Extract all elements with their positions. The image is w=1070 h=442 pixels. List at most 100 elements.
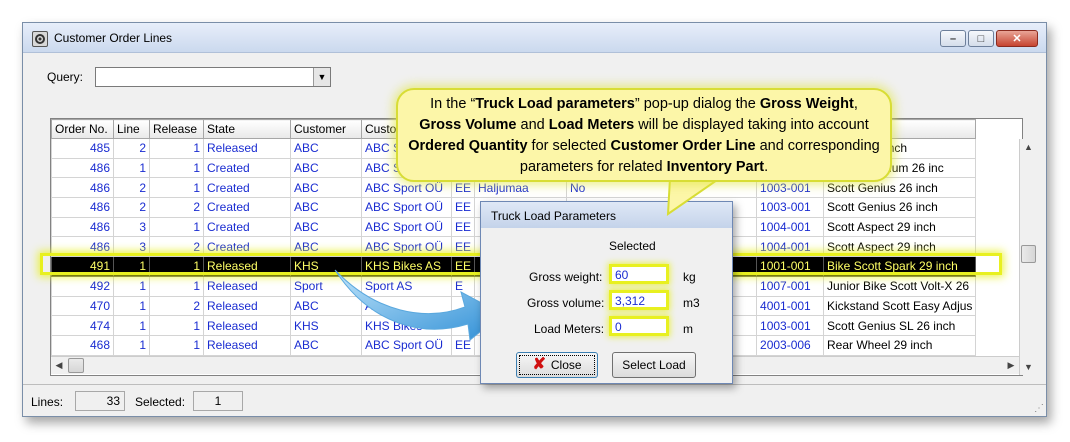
- gross-volume-field[interactable]: 3,312: [609, 290, 669, 310]
- maximize-icon: □: [977, 32, 985, 45]
- lines-label: Lines:: [31, 395, 64, 409]
- table-cell: 2: [149, 236, 204, 258]
- table-cell: Released: [203, 295, 291, 317]
- table-cell: ABC Sport OÜ: [361, 236, 452, 258]
- table-cell: ABC: [290, 157, 362, 179]
- table-cell: 468: [51, 334, 114, 356]
- table-cell: 3: [113, 236, 150, 258]
- column-header[interactable]: Customer: [290, 119, 362, 139]
- table-cell: 1: [113, 157, 150, 179]
- column-header[interactable]: Line: [113, 119, 150, 139]
- load-meters-field[interactable]: 0: [609, 316, 669, 336]
- close-button-label: Close: [550, 358, 582, 372]
- callout-bold: Inventory Part: [666, 159, 765, 175]
- scroll-up-icon[interactable]: ▲: [1020, 139, 1037, 155]
- table-cell: 2: [149, 197, 204, 218]
- select-load-button-label: Select Load: [622, 358, 686, 372]
- callout-bold: Gross Volume: [419, 117, 517, 133]
- table-cell: 1004-001: [756, 216, 825, 238]
- query-label: Query:: [47, 70, 84, 84]
- table-cell: 486: [51, 216, 114, 238]
- callout-text: for selected: [527, 138, 611, 154]
- table-cell: Kickstand Scott Easy Adjus: [823, 295, 977, 317]
- table-cell: Scott Genius SL 26 inch: [823, 315, 977, 336]
- table-cell: EE: [450, 216, 476, 238]
- chevron-down-icon[interactable]: ▼: [313, 68, 330, 86]
- column-header[interactable]: State: [203, 119, 291, 139]
- vertical-scrollbar[interactable]: ▲ ▼: [1019, 139, 1036, 375]
- table-cell: 1: [113, 295, 150, 317]
- gross-volume-unit: m3: [683, 296, 700, 310]
- table-cell: 1: [149, 315, 204, 336]
- table-cell: Bike Scott Spark 29 inch: [823, 256, 977, 277]
- table-cell: 470: [51, 295, 114, 317]
- selected-count: 1: [193, 391, 243, 411]
- table-cell: 491: [51, 256, 114, 277]
- table-cell: 2: [113, 138, 150, 159]
- callout-text: In the “: [430, 96, 476, 112]
- table-cell: Scott Aspect 29 inch: [823, 236, 977, 258]
- select-load-button[interactable]: Select Load: [612, 352, 696, 378]
- window-title: Customer Order Lines: [54, 31, 173, 45]
- table-cell: 4001-001: [756, 295, 825, 317]
- table-cell: 1: [113, 275, 150, 297]
- gross-weight-label: Gross weight:: [529, 270, 603, 284]
- table-cell: 1003-001: [756, 197, 825, 218]
- table-cell: 3: [113, 216, 150, 238]
- callout-bold: Customer Order Line: [610, 138, 756, 154]
- vertical-scroll-thumb[interactable]: [1021, 245, 1036, 263]
- table-cell: Rear Wheel 29 inch: [823, 334, 977, 356]
- scroll-left-icon[interactable]: ◀: [51, 357, 67, 374]
- table-cell: 1: [113, 256, 150, 277]
- close-button[interactable]: ✘ Close: [516, 352, 598, 378]
- callout-bold: Gross Weight: [759, 96, 854, 112]
- window-titlebar[interactable]: Customer Order Lines – □ ✕: [23, 23, 1046, 53]
- selected-label: Selected:: [135, 395, 186, 409]
- column-header[interactable]: Release: [149, 119, 204, 139]
- callout-bold: Truck Load parameters: [475, 96, 635, 112]
- table-cell: 1: [149, 275, 204, 297]
- table-cell: Created: [203, 216, 291, 238]
- annotation-callout: In the “Truck Load parameters” pop-up di…: [396, 88, 892, 182]
- resize-grip-icon[interactable]: ⋰: [1034, 403, 1044, 414]
- gross-weight-field[interactable]: 60: [609, 264, 669, 284]
- table-cell: 1: [149, 177, 204, 199]
- table-cell: Scott Genius 26 inch: [823, 197, 977, 218]
- table-cell: ABC: [290, 216, 362, 238]
- query-select[interactable]: ▼: [95, 67, 331, 87]
- table-cell: 1: [149, 216, 204, 238]
- callout-text: and: [516, 117, 549, 133]
- table-cell: 1003-001: [756, 315, 825, 336]
- table-cell: 1: [149, 157, 204, 179]
- scroll-right-icon[interactable]: ▶: [1003, 357, 1019, 374]
- table-cell: 1007-001: [756, 275, 825, 297]
- table-cell: 486: [51, 177, 114, 199]
- close-x-icon: ✘: [532, 356, 546, 373]
- table-cell: 1: [149, 138, 204, 159]
- table-cell: Created: [203, 177, 291, 199]
- horizontal-scroll-thumb[interactable]: [68, 358, 84, 373]
- table-cell: Junior Bike Scott Volt-X 26: [823, 275, 977, 297]
- callout-tail: [666, 178, 722, 216]
- table-cell: Released: [203, 315, 291, 336]
- table-cell: Released: [203, 138, 291, 159]
- load-meters-label: Load Meters:: [534, 322, 605, 336]
- app-gear-icon: [32, 31, 48, 47]
- close-window-button[interactable]: ✕: [996, 30, 1038, 47]
- table-cell: 486: [51, 197, 114, 218]
- minimize-button[interactable]: –: [940, 30, 966, 47]
- table-cell: Created: [203, 157, 291, 179]
- lines-count: 33: [75, 391, 125, 411]
- scroll-down-icon[interactable]: ▼: [1020, 359, 1037, 375]
- maximize-button[interactable]: □: [968, 30, 994, 47]
- table-cell: Released: [203, 256, 291, 277]
- callout-text: ” pop-up dialog the: [634, 96, 760, 112]
- table-cell: 1: [113, 315, 150, 336]
- table-cell: 2: [113, 197, 150, 218]
- table-cell: 1004-001: [756, 236, 825, 258]
- close-icon: ✕: [1012, 33, 1022, 45]
- table-cell: ABC Sport OÜ: [361, 216, 452, 238]
- table-cell: Created: [203, 236, 291, 258]
- column-header[interactable]: Order No.: [51, 119, 114, 139]
- table-cell: 2: [113, 177, 150, 199]
